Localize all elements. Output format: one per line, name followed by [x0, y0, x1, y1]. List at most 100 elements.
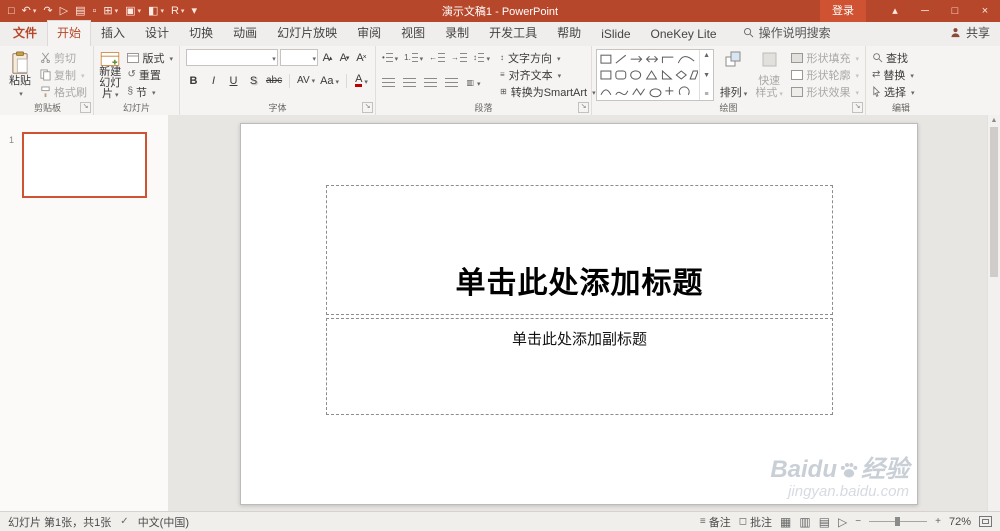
underline-button[interactable]: U — [226, 73, 241, 89]
gallery-up-icon[interactable]: ▲ — [703, 52, 710, 59]
tab-insert[interactable]: 插入 — [91, 20, 135, 46]
tab-onekey-lite[interactable]: OneKey Lite — [641, 23, 727, 46]
shape-effects-dropdown-icon[interactable] — [853, 86, 859, 98]
slide-thumbnail[interactable] — [22, 132, 147, 198]
font-size-input[interactable] — [280, 51, 311, 64]
spacing-dropdown-icon[interactable] — [310, 75, 316, 86]
columns-dropdown-icon[interactable] — [475, 77, 481, 89]
character-spacing-button[interactable]: AV — [297, 73, 315, 89]
cut-button[interactable]: 剪切 — [38, 49, 89, 66]
share-button[interactable]: 共享 — [950, 24, 990, 46]
fit-slide-to-window-button[interactable] — [979, 516, 992, 527]
case-dropdown-icon[interactable] — [334, 75, 340, 87]
font-name-input[interactable] — [187, 51, 271, 64]
tab-file[interactable]: 文件 — [0, 20, 47, 46]
section-button[interactable]: § 节 — [125, 83, 175, 100]
text-shadow-button[interactable]: S — [246, 73, 261, 89]
shape-fill-button[interactable]: 形状填充 — [789, 49, 861, 66]
tab-design[interactable]: 设计 — [135, 20, 179, 46]
slide-1[interactable]: 单击此处添加标题 单击此处添加副标题 Baidu 经验 jingyan.baid… — [240, 123, 918, 505]
scrollbar-thumb[interactable] — [990, 127, 998, 277]
font-name-dropdown-icon[interactable] — [270, 52, 276, 64]
section-dropdown-icon[interactable] — [150, 86, 156, 98]
arrange-dropdown-icon[interactable] — [742, 87, 748, 99]
sign-in-button[interactable]: 登录 — [820, 0, 866, 22]
strikethrough-button[interactable]: abc — [266, 73, 282, 89]
grow-font-button[interactable]: A ▴ — [320, 50, 335, 66]
clipboard-dialog-launcher[interactable] — [80, 102, 91, 113]
line-spacing-button[interactable]: ↕ — [473, 50, 490, 66]
zoom-slider[interactable] — [869, 517, 928, 526]
tell-me-search[interactable]: 操作说明搜索 — [743, 24, 831, 46]
change-case-button[interactable]: Aa — [320, 73, 339, 89]
italic-button[interactable]: I — [206, 73, 221, 89]
new-file-button[interactable]: ▫ — [92, 0, 96, 22]
vertical-scrollbar[interactable]: ▲ — [987, 115, 1000, 511]
gallery-down-icon[interactable]: ▼ — [703, 72, 710, 79]
font-size-combo[interactable] — [279, 49, 318, 66]
increase-indent-button[interactable]: → — [451, 50, 467, 66]
reset-button[interactable]: ↺ 重置 — [125, 66, 175, 83]
close-button[interactable]: × — [970, 0, 1000, 22]
spellcheck-icon[interactable]: ✓ — [120, 516, 128, 527]
title-placeholder[interactable]: 单击此处添加标题 — [326, 185, 833, 315]
language-indicator[interactable]: 中文(中国) — [138, 514, 189, 530]
slideshow-view-button[interactable]: ▷ — [838, 515, 847, 529]
align-text-dropdown-icon[interactable] — [556, 69, 562, 81]
align-right-button[interactable] — [424, 78, 437, 87]
shape-outline-dropdown-icon[interactable] — [853, 69, 859, 81]
tab-record[interactable]: 录制 — [435, 20, 479, 46]
start-slideshow-button[interactable]: ▷ — [60, 0, 68, 22]
shape-gallery[interactable]: ▲ ▼ ≡ — [596, 49, 714, 101]
minimize-button[interactable]: ─ — [910, 0, 940, 22]
tab-review[interactable]: 审阅 — [347, 20, 391, 46]
text-direction-dropdown-icon[interactable] — [555, 52, 561, 64]
line-spacing-dropdown-icon[interactable] — [484, 52, 490, 64]
redo-button[interactable]: ↷ — [43, 0, 52, 22]
font-color-button[interactable]: A — [354, 73, 369, 89]
zoom-in-button[interactable]: + — [935, 516, 941, 527]
font-dialog-launcher[interactable] — [362, 102, 373, 113]
zoom-out-button[interactable]: − — [855, 516, 861, 527]
tab-islide[interactable]: iSlide — [591, 23, 640, 46]
numbering-dropdown-icon[interactable] — [418, 52, 424, 64]
zoom-level-label[interactable]: 72% — [949, 516, 971, 528]
align-text-button[interactable]: ≡ 对齐文本 — [498, 66, 598, 83]
notes-button[interactable]: ≡ 备注 — [700, 514, 731, 530]
justify-button[interactable] — [445, 78, 458, 87]
format-painter-button[interactable]: 格式刷 — [38, 83, 89, 100]
clear-formatting-button[interactable]: A × — [354, 50, 369, 66]
print-preview-button[interactable]: ▤ — [75, 0, 85, 22]
align-center-button[interactable] — [403, 78, 416, 87]
tab-home[interactable]: 开始 — [47, 20, 92, 46]
subtitle-placeholder[interactable]: 单击此处添加副标题 — [326, 318, 833, 415]
font-color-dropdown-icon[interactable] — [362, 75, 368, 87]
save-button[interactable]: □ — [8, 0, 15, 22]
tab-developer[interactable]: 开发工具 — [479, 20, 547, 46]
find-button[interactable]: 查找 — [870, 49, 932, 66]
ribbon-display-options-button[interactable]: ▴ — [880, 0, 910, 22]
shape-effects-button[interactable]: 形状效果 — [789, 83, 861, 100]
shape-fill-dropdown-icon[interactable] — [853, 52, 859, 64]
font-name-combo[interactable] — [186, 49, 278, 66]
quick-styles-dropdown-icon[interactable] — [777, 87, 783, 99]
replace-button[interactable]: ⇄ 替换 — [870, 66, 932, 83]
layout-button[interactable]: 版式 — [125, 49, 175, 66]
replace-dropdown-icon[interactable] — [908, 69, 914, 81]
new-slide-dropdown-icon[interactable] — [113, 88, 119, 100]
normal-view-button[interactable]: ▦ — [780, 515, 791, 529]
paste-dropdown-icon[interactable] — [17, 87, 23, 99]
shape-gallery-scroll[interactable]: ▲ ▼ ≡ — [699, 50, 713, 100]
font-size-dropdown-icon[interactable] — [310, 52, 316, 64]
comments-button[interactable]: ◻ 批注 — [739, 514, 772, 530]
numbering-button[interactable]: 1. — [404, 50, 423, 66]
reading-view-button[interactable]: ▤ — [819, 515, 830, 529]
tab-transitions[interactable]: 切换 — [179, 20, 223, 46]
layout-dropdown-icon[interactable] — [167, 52, 173, 64]
decrease-indent-button[interactable]: ← — [429, 50, 446, 66]
columns-button[interactable]: ▥ — [466, 75, 481, 91]
bullets-dropdown-icon[interactable] — [393, 52, 399, 64]
copy-button[interactable]: 复制 — [38, 66, 89, 83]
customize-qat-button[interactable]: ▾ — [191, 0, 197, 22]
shape-outline-button[interactable]: 形状轮廓 — [789, 66, 861, 83]
